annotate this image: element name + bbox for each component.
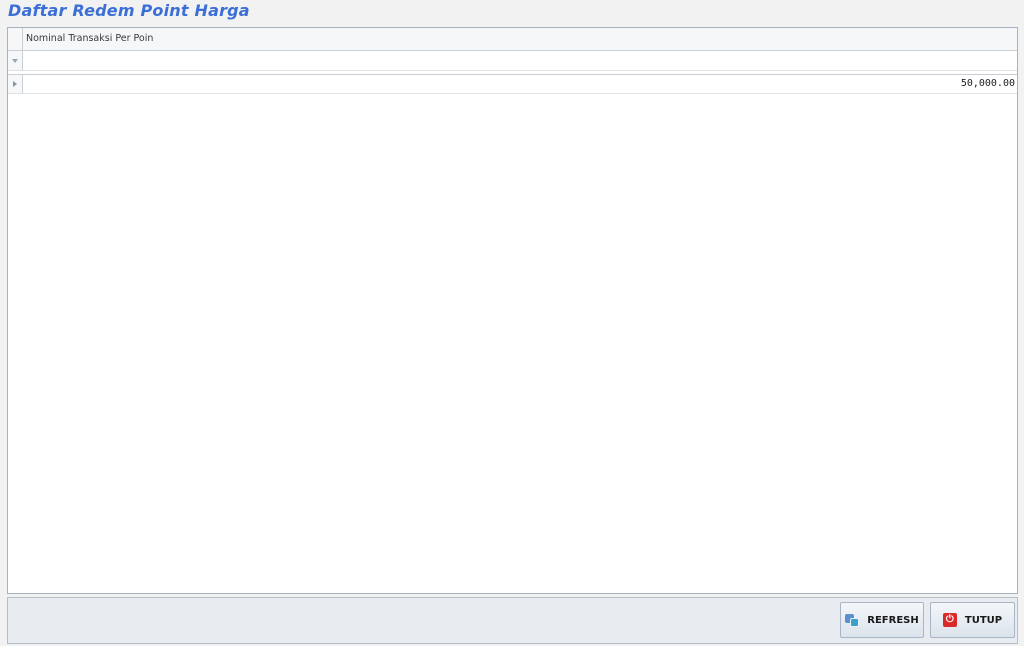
row-indicator-icon xyxy=(13,81,17,87)
row-indicator xyxy=(8,75,23,93)
page-title: Daftar Redem Point Harga xyxy=(8,1,250,20)
power-icon: ⏻ xyxy=(942,613,957,627)
column-header-nominal[interactable]: Nominal Transaksi Per Poin xyxy=(24,28,153,50)
refresh-icon xyxy=(845,613,860,627)
footer-toolbar: REFRESH ⏻ TUTUP xyxy=(7,597,1018,644)
close-button-label: TUTUP xyxy=(964,614,1003,626)
data-grid[interactable]: Nominal Transaksi Per Poin 50,000.00 xyxy=(7,27,1018,594)
filter-row-indicator xyxy=(8,51,23,70)
cell-nominal[interactable]: 50,000.00 xyxy=(24,75,1015,93)
refresh-button-label: REFRESH xyxy=(867,614,919,626)
grid-header-row: Nominal Transaksi Per Poin xyxy=(8,28,1017,51)
grid-header-indicator xyxy=(8,28,23,50)
filter-icon xyxy=(12,58,18,63)
close-button[interactable]: ⏻ TUTUP xyxy=(930,602,1015,638)
filter-cell-nominal[interactable] xyxy=(24,51,1017,70)
auto-filter-row xyxy=(8,51,1017,71)
refresh-button[interactable]: REFRESH xyxy=(840,602,924,638)
table-row[interactable]: 50,000.00 xyxy=(8,75,1017,94)
